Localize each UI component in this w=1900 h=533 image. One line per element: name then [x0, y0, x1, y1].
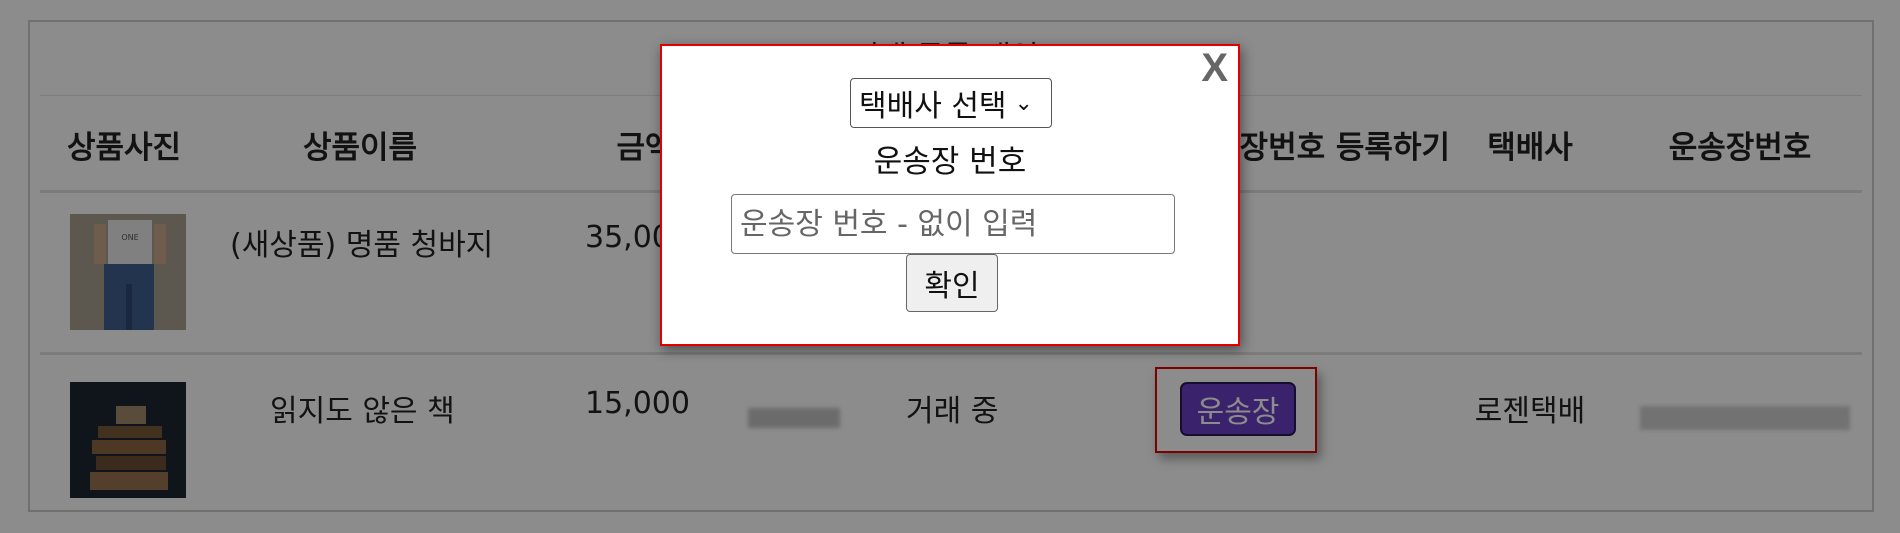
tracking-modal: X 택배사 선택 ⌄ 운송장 번호 확인 — [660, 44, 1240, 346]
confirm-button[interactable]: 확인 — [906, 254, 998, 312]
modal-title: 운송장 번호 — [873, 144, 1027, 180]
close-icon[interactable]: X — [1201, 46, 1228, 91]
courier-select-label: 택배사 선택 — [859, 89, 1007, 124]
chevron-down-icon: ⌄ — [1014, 90, 1033, 116]
tracking-number-input[interactable] — [731, 194, 1175, 254]
courier-select[interactable]: 택배사 선택 ⌄ — [850, 78, 1052, 128]
